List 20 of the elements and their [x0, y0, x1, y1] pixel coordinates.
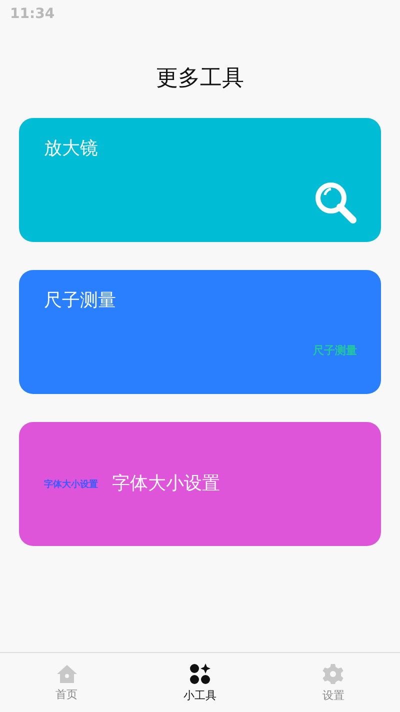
card-caption: 字体大小设置 [44, 478, 98, 490]
tool-card[interactable]: 放大镜 [19, 118, 381, 242]
card-title: 字体大小设置 [112, 472, 220, 496]
page-title: 更多工具 [155, 65, 245, 93]
tab-label: 设置 [322, 688, 344, 702]
settings-icon [322, 662, 344, 684]
search-icon [313, 180, 357, 224]
nav-tab[interactable]: 小工具 [133, 653, 267, 712]
tab-label: 首页 [56, 686, 78, 702]
card-caption: 尺子测量 [313, 343, 357, 358]
card-title: 放大镜 [44, 137, 98, 161]
tab-label: 小工具 [183, 688, 216, 702]
tools-icon [188, 662, 211, 684]
card-title: 尺子测量 [44, 289, 116, 313]
status-time: 11:34 [10, 6, 55, 22]
tool-card[interactable]: 尺子测量 尺子测量 [19, 270, 381, 394]
nav-tab[interactable]: 设置 [266, 653, 400, 712]
nav-tab[interactable]: 首页 [0, 653, 134, 712]
home-icon [56, 664, 78, 684]
tool-card[interactable]: 字体大小设置 字体大小设置 [19, 422, 381, 546]
